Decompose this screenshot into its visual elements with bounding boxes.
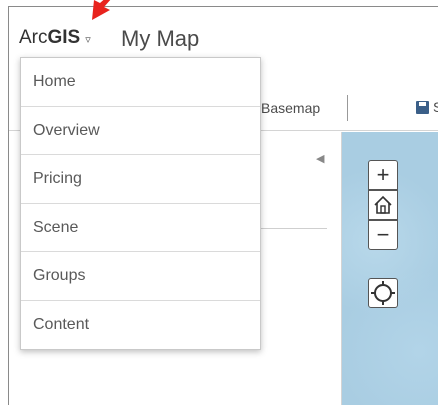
collapse-panel-icon[interactable]: ◀: [316, 152, 324, 165]
save-button[interactable]: S: [416, 99, 438, 115]
map-view[interactable]: + −: [342, 132, 438, 405]
menu-item-scene[interactable]: Scene: [21, 204, 260, 252]
home-icon: [374, 195, 392, 214]
menu-item-content[interactable]: Content: [21, 301, 260, 350]
arcgis-brand-menu-toggle[interactable]: Arc GIS ▿: [19, 27, 91, 49]
save-label: S: [433, 99, 438, 115]
map-title[interactable]: My Map: [121, 26, 199, 52]
brand-bold: GIS: [47, 27, 81, 48]
locate-icon: [371, 281, 395, 305]
chevron-down-icon: ▿: [85, 33, 91, 46]
menu-item-overview[interactable]: Overview: [21, 107, 260, 155]
zoom-out-button[interactable]: −: [368, 220, 398, 250]
home-extent-button[interactable]: [368, 190, 398, 220]
brand-prefix: Arc: [19, 27, 48, 48]
save-icon: [416, 100, 429, 114]
basemap-button[interactable]: Basemap: [261, 100, 320, 116]
locate-button[interactable]: [368, 278, 398, 308]
zoom-in-button[interactable]: +: [368, 160, 398, 190]
menu-item-groups[interactable]: Groups: [21, 252, 260, 301]
arcgis-dropdown-menu: Home Overview Pricing Scene Groups Conte…: [20, 57, 261, 350]
pointer-arrow-icon: [92, 0, 111, 20]
menu-item-pricing[interactable]: Pricing: [21, 155, 260, 204]
app-header: Arc GIS ▿ My Map: [9, 7, 438, 59]
toolbar-divider: [347, 95, 348, 121]
menu-item-home[interactable]: Home: [21, 58, 260, 107]
panel-divider: [259, 228, 327, 229]
